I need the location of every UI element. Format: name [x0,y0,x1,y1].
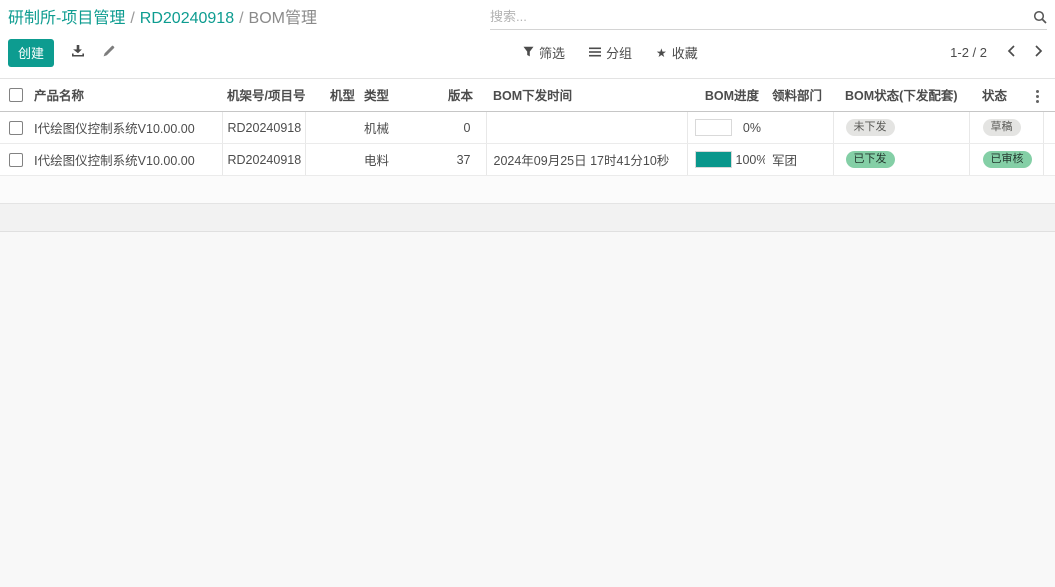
cell-version[interactable]: 37 [444,144,486,176]
bom-table: 产品名称 机架号/项目号 机型 类型 版本 BOM下发时间 BOM进度 领料部门… [0,79,1055,176]
column-header-time[interactable]: BOM下发时间 [486,79,687,112]
breadcrumb-link-project-mgmt[interactable]: 研制所-项目管理 [8,10,125,27]
breadcrumb-separator: / [130,10,134,27]
cell-dept[interactable] [765,112,833,144]
cell-time[interactable]: 2024年09月25日 17时41分10秒 [486,144,687,176]
cell-version[interactable]: 0 [444,112,486,144]
pager-previous-button[interactable] [1003,43,1020,62]
search-bar [490,9,1047,30]
column-header-project[interactable]: 机架号/项目号 [222,79,305,112]
pager-range: 1-2 / 2 [950,45,987,60]
column-header-status[interactable]: 状态 [969,79,1043,112]
search-input[interactable] [490,9,1027,24]
column-header-dept[interactable]: 领料部门 [765,79,833,112]
cell-type[interactable]: 机械 [356,112,444,144]
favorites-label: 收藏 [672,43,698,62]
optional-columns-toggle-button[interactable] [1034,88,1041,105]
group-by-button[interactable]: 分组 [589,43,632,62]
cell-time[interactable] [486,112,687,144]
select-all-checkbox[interactable] [9,88,23,102]
pager-next-button[interactable] [1030,43,1047,62]
column-header-model[interactable]: 机型 [305,79,356,112]
star-icon: ★ [656,47,667,59]
breadcrumb-link-record[interactable]: RD20240918 [140,10,234,27]
progress-percent: 0% [739,121,761,135]
status-badge: 未下发 [846,119,895,136]
cell-bom-status[interactable]: 未下发 [833,112,969,144]
column-header-progress[interactable]: BOM进度 [687,79,765,112]
column-header-version[interactable]: 版本 [444,79,486,112]
cell-status[interactable]: 已审核 [969,144,1043,176]
filters-button[interactable]: 筛选 [523,43,565,62]
table-header-row: 产品名称 机架号/项目号 机型 类型 版本 BOM下发时间 BOM进度 领料部门… [0,79,1055,112]
pager: 1-2 / 2 [950,34,1047,71]
download-icon [71,44,85,61]
breadcrumb: 研制所-项目管理 / RD20240918 / BOM管理 [8,8,317,29]
breadcrumb-current-page: BOM管理 [249,10,317,27]
column-header-type[interactable]: 类型 [356,79,444,112]
progress-percent: 100% [732,153,766,167]
status-badge: 已下发 [846,151,895,168]
breadcrumb-separator: / [239,10,243,27]
page-background [0,232,1055,569]
cell-type[interactable]: 电料 [356,144,444,176]
edit-button[interactable] [98,42,120,63]
create-button[interactable]: 创建 [8,39,54,67]
search-icon[interactable] [1033,10,1047,24]
progress-bar [695,119,732,136]
favorites-button[interactable]: ★ 收藏 [656,43,698,62]
cell-progress[interactable]: 0% [687,112,765,144]
cell-product[interactable]: Ⅰ代绘图仪控制系统V10.00.00 [32,112,222,144]
cell-project[interactable]: RD20240918 [222,112,305,144]
cell-project[interactable]: RD20240918 [222,144,305,176]
table-empty-area [0,176,1055,204]
group-bars-icon [589,45,601,60]
column-header-bom-status[interactable]: BOM状态(下发配套) [833,79,969,112]
status-badge: 草稿 [983,119,1021,136]
table-row[interactable]: Ⅰ代绘图仪控制系统V10.00.00 RD20240918 机械 0 0% 未下… [0,112,1055,144]
cell-bom-status[interactable]: 已下发 [833,144,969,176]
table-row[interactable]: Ⅰ代绘图仪控制系统V10.00.00 RD20240918 电料 37 2024… [0,144,1055,176]
row-checkbox[interactable] [9,121,23,135]
chevron-right-icon [1034,45,1043,60]
search-filter-bar: 筛选 分组 ★ 收藏 [523,34,698,71]
column-header-product[interactable]: 产品名称 [32,79,222,112]
cell-progress[interactable]: 100% [687,144,765,176]
table-footer-band [0,204,1055,232]
filter-funnel-icon [523,45,534,60]
cell-product[interactable]: Ⅰ代绘图仪控制系统V10.00.00 [32,144,222,176]
bom-list-view: 产品名称 机架号/项目号 机型 类型 版本 BOM下发时间 BOM进度 领料部门… [0,79,1055,232]
cell-model[interactable] [305,144,356,176]
status-badge: 已审核 [983,151,1032,168]
chevron-left-icon [1007,45,1016,60]
row-checkbox[interactable] [9,153,23,167]
group-by-label: 分组 [606,43,632,62]
progress-bar [695,151,732,168]
pencil-icon [102,44,116,61]
kebab-vertical-dots-icon [1036,90,1039,103]
cell-status[interactable]: 草稿 [969,112,1043,144]
control-panel: 研制所-项目管理 / RD20240918 / BOM管理 创建 [0,0,1055,79]
cell-dept[interactable]: 军团 [765,144,833,176]
cell-model[interactable] [305,112,356,144]
export-download-button[interactable] [67,42,89,63]
filters-label: 筛选 [539,43,565,62]
